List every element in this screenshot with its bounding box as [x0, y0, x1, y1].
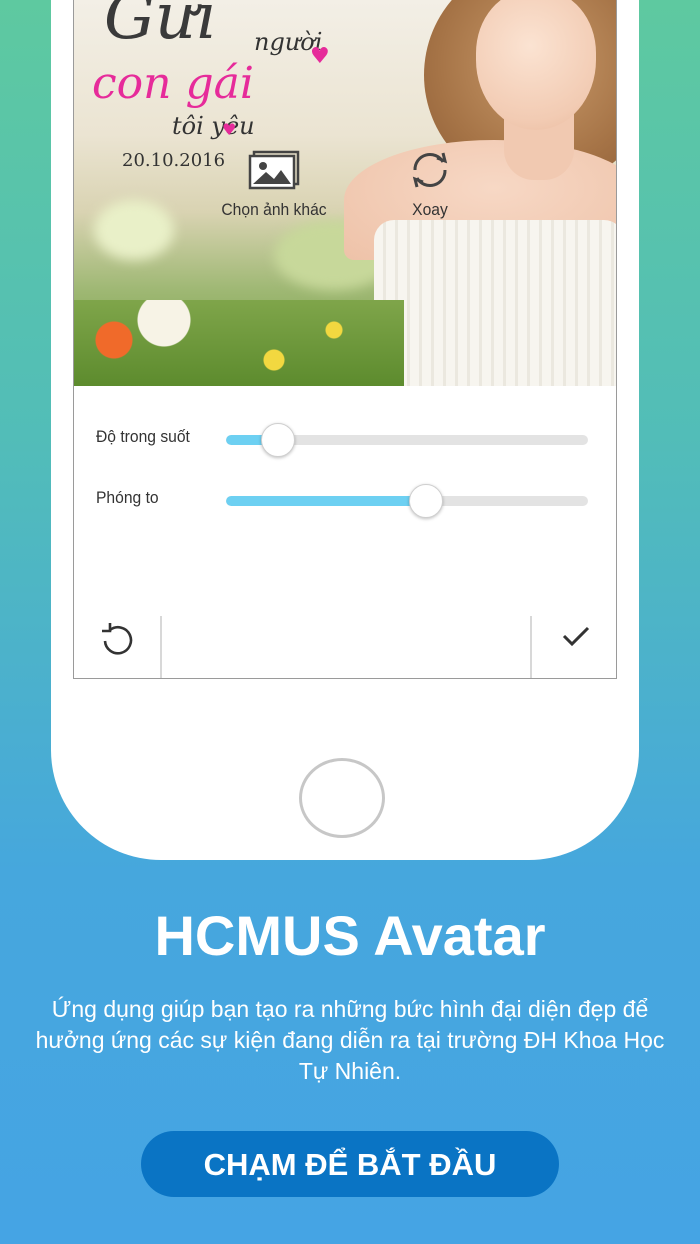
avatar-photo: Gửi người ♥ con gái tôi yêu ♥ 20.10.2016 [74, 0, 616, 386]
rotate-label: Xoay [412, 200, 448, 219]
rotate-button[interactable]: Xoay [360, 150, 500, 220]
home-button[interactable] [299, 758, 385, 838]
app-title: HCMUS Avatar [154, 904, 546, 967]
photo-title-toi-yeu: tôi yêu [172, 112, 255, 140]
divider [160, 616, 162, 678]
check-icon[interactable] [560, 620, 592, 652]
photo-title-gui: Gửi [104, 0, 217, 54]
bottom-bar [74, 616, 616, 678]
zoom-label: Phóng to [96, 488, 159, 507]
heart-icon: ♥ [310, 44, 330, 69]
zoom-track[interactable] [226, 496, 588, 506]
opacity-slider-knob[interactable] [260, 423, 295, 457]
rotate-icon [412, 152, 448, 188]
photo-title-con-gai: con gái [92, 58, 254, 109]
heart-icon: ♥ [222, 120, 237, 139]
zoom-fill [226, 496, 426, 506]
girl-dress [374, 220, 616, 386]
phone-frame: Gửi người ♥ con gái tôi yêu ♥ 20.10.2016… [51, 0, 639, 860]
opacity-label: Độ trong suốt [96, 427, 190, 446]
bokeh-light [94, 200, 174, 260]
image-icon [248, 150, 300, 190]
app-description: Ứng dụng giúp bạn tạo ra những bức hình … [35, 996, 665, 1084]
divider [530, 616, 532, 678]
zoom-slider-row: Phóng to [74, 484, 616, 518]
flowers [74, 300, 404, 386]
phone-screen: Gửi người ♥ con gái tôi yêu ♥ 20.10.2016… [73, 0, 617, 679]
opacity-slider-row: Độ trong suốt [74, 423, 616, 457]
undo-icon[interactable] [94, 618, 140, 664]
start-button[interactable]: CHẠM ĐỂ BẮT ĐẦU [141, 1131, 559, 1197]
choose-image-label: Chọn ảnh khác [221, 200, 327, 219]
choose-image-button[interactable]: Chọn ảnh khác [204, 150, 344, 220]
zoom-slider-knob[interactable] [409, 484, 444, 518]
